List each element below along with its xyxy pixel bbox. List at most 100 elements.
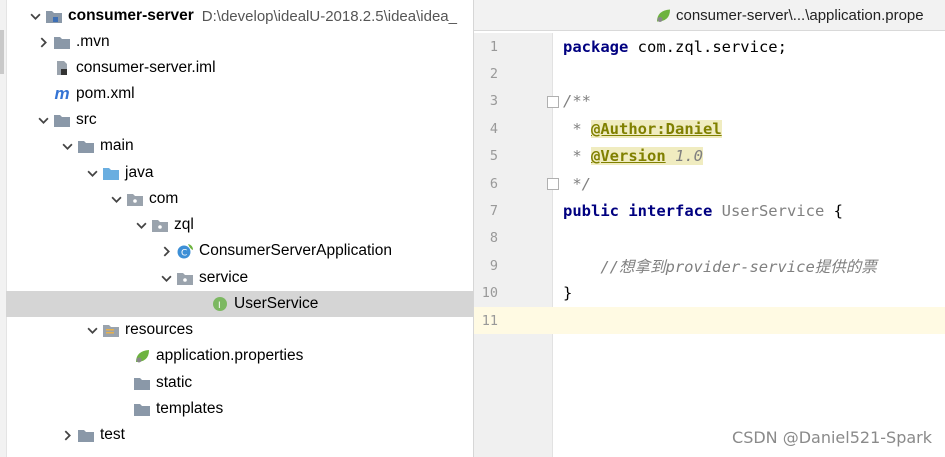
fold-marker-icon[interactable]: [547, 95, 559, 108]
code-line-4[interactable]: 4 * @Author:Daniel: [474, 115, 945, 142]
tree-item-service[interactable]: service: [6, 265, 473, 291]
editor-tab-title[interactable]: consumer-server\...\application.prope: [676, 7, 924, 24]
module-path: D:\develop\idealU-2018.2.5\idea\idea_: [201, 7, 457, 25]
javadoc-tag: @Version: [591, 147, 666, 166]
module-folder-icon: [44, 7, 64, 25]
tree-item-label: static: [156, 374, 193, 391]
folder-icon: [76, 426, 96, 444]
tree-item-static[interactable]: static: [6, 370, 473, 396]
tree-item-resources[interactable]: resources: [6, 317, 473, 343]
package-icon: [150, 216, 170, 234]
folder-icon: [76, 137, 96, 155]
tree-item-label: pom.xml: [76, 85, 135, 102]
spring-properties-icon: [654, 7, 676, 24]
code-line-2[interactable]: 2: [474, 60, 945, 87]
code-line-6[interactable]: 6 */: [474, 170, 945, 197]
javadoc-comment: /**: [563, 92, 591, 111]
tree-item-label: ConsumerServerApplication: [199, 242, 392, 259]
line-number: 9: [489, 257, 498, 274]
tree-item-pom[interactable]: m pom.xml: [6, 81, 473, 107]
svg-text:C: C: [181, 249, 187, 259]
line-number: 8: [489, 230, 498, 247]
tree-item-label: resources: [125, 321, 194, 338]
tree-item-application-properties[interactable]: application.properties: [6, 343, 473, 369]
line-number: 4: [489, 120, 498, 137]
line-number: 10: [481, 285, 498, 302]
tree-item-label: zql: [174, 216, 194, 233]
code-line-3[interactable]: 3 /**: [474, 88, 945, 115]
comment-prefix: *: [563, 147, 591, 166]
code-editor[interactable]: consumer-server\...\application.prope 1 …: [473, 0, 945, 457]
chevron-right-icon[interactable]: [34, 29, 52, 55]
tree-item-label: application.properties: [156, 347, 304, 364]
code-line-7[interactable]: 7 public interface UserService {: [474, 197, 945, 224]
svg-text:I: I: [218, 301, 221, 311]
iml-file-icon: [52, 59, 72, 77]
tree-root-consumer-server[interactable]: consumer-server D:\develop\idealU-2018.2…: [6, 3, 473, 29]
chevron-down-icon[interactable]: [34, 107, 52, 133]
chevron-down-icon[interactable]: [157, 265, 175, 291]
chevron-down-icon[interactable]: [107, 186, 125, 212]
chevron-down-icon[interactable]: [58, 133, 76, 159]
tree-item-label: java: [125, 164, 154, 181]
folder-icon: [132, 400, 152, 418]
keyword: public interface: [563, 202, 713, 221]
code-line-9[interactable]: 9 //想拿到provider-service提供的票: [474, 252, 945, 279]
closing-brace: }: [563, 284, 573, 303]
code-line-5[interactable]: 5 * @Version 1.0: [474, 143, 945, 170]
tree-item-src[interactable]: src: [6, 107, 473, 133]
line-number: 2: [489, 66, 498, 83]
tree-item-java[interactable]: java: [6, 160, 473, 186]
tree-item-test[interactable]: test: [6, 422, 473, 448]
interface-icon: I: [210, 295, 230, 313]
stripe-scroll-marker[interactable]: [0, 30, 4, 74]
folder-icon: [52, 33, 72, 51]
tree-item-label: .mvn: [76, 33, 110, 50]
watermark: CSDN @Daniel521-Spark: [732, 428, 932, 447]
line-number: 3: [489, 93, 498, 110]
comment-prefix: *: [563, 119, 591, 138]
javadoc-value: 1.0: [665, 147, 703, 166]
tree-item-label: main: [100, 137, 134, 154]
tree-item-main[interactable]: main: [6, 133, 473, 159]
tree-item-label: consumer-server: [68, 7, 194, 24]
tree-item-consumer-server-application[interactable]: C ConsumerServerApplication: [6, 238, 473, 264]
folder-icon: [132, 374, 152, 392]
chevron-down-icon[interactable]: [132, 212, 150, 238]
tree-item-label: UserService: [234, 295, 319, 312]
editor-tab-bar: consumer-server\...\application.prope: [474, 0, 945, 31]
line-number: 5: [489, 148, 498, 165]
package-icon: [125, 190, 145, 208]
tree-item-user-service[interactable]: I UserService: [6, 291, 473, 317]
tree-item-com[interactable]: com: [6, 186, 473, 212]
line-comment: //想拿到provider-service提供的票: [563, 257, 877, 276]
interface-name: UserService: [712, 202, 825, 221]
code-line-8[interactable]: 8: [474, 225, 945, 252]
line-number: 7: [489, 203, 498, 220]
keyword: package: [563, 37, 629, 56]
javadoc-comment-end: */: [563, 174, 591, 193]
fold-marker-icon[interactable]: [547, 178, 559, 190]
spring-properties-icon: [132, 347, 152, 365]
line-number: 6: [489, 175, 498, 192]
tree-item-templates[interactable]: templates: [6, 396, 473, 422]
tree-item-iml[interactable]: consumer-server.iml: [6, 55, 473, 81]
package-icon: [175, 269, 195, 287]
tree-item-mvn[interactable]: .mvn: [6, 29, 473, 55]
resources-folder-icon: [101, 321, 121, 339]
chevron-right-icon[interactable]: [157, 238, 175, 264]
package-name: com.zql.service;: [628, 37, 787, 56]
line-number: 1: [489, 38, 498, 55]
source-folder-icon: [101, 164, 121, 182]
tree-item-zql[interactable]: zql: [6, 212, 473, 238]
chevron-right-icon[interactable]: [58, 422, 76, 448]
code-line-1[interactable]: 1 package com.zql.service;: [474, 33, 945, 60]
folder-icon: [52, 111, 72, 129]
chevron-down-icon[interactable]: [26, 3, 44, 29]
chevron-down-icon[interactable]: [83, 317, 101, 343]
tree-item-label: test: [100, 426, 125, 443]
code-line-11-current[interactable]: 11: [474, 307, 945, 335]
chevron-down-icon[interactable]: [83, 160, 101, 186]
line-number: 11: [481, 312, 498, 329]
code-line-10[interactable]: 10 }: [474, 280, 945, 307]
